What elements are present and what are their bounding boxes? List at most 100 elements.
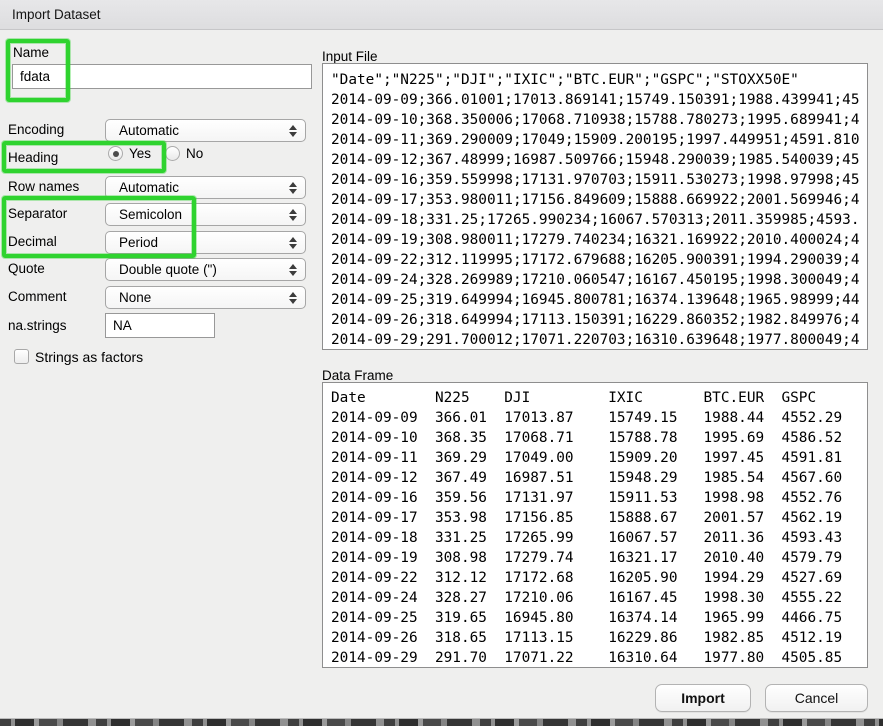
dropdown-arrows-icon — [289, 237, 297, 249]
csv-line: 2014-09-17;353.980011;17156.849609;15888… — [331, 190, 867, 210]
table-row: 2014-09-16 359.56 17131.97 15911.53 1998… — [331, 488, 867, 508]
table-row: 2014-09-09 366.01 17013.87 15749.15 1988… — [331, 408, 867, 428]
cell-dji: 17131.97 — [504, 488, 608, 508]
heading-no-radio[interactable] — [165, 146, 180, 161]
cell-dji: 17049.00 — [504, 448, 608, 468]
cell-btc-eur: 1998.30 — [704, 588, 782, 608]
column-header: GSPC — [781, 388, 816, 408]
separator-dropdown[interactable]: Semicolon — [105, 203, 306, 226]
cell-ixic: 15788.78 — [608, 428, 703, 448]
row-names-value: Automatic — [119, 180, 179, 195]
na-strings-input[interactable]: NA — [105, 313, 215, 338]
table-row: 2014-09-17 353.98 17156.85 15888.67 2001… — [331, 508, 867, 528]
heading-no-label: No — [186, 146, 203, 161]
csv-line: 2014-09-12;367.48999;16987.509766;15948.… — [331, 150, 867, 170]
cell-n225: 319.65 — [435, 608, 504, 628]
table-row: 2014-09-25 319.65 16945.80 16374.14 1965… — [331, 608, 867, 628]
cell-n225: 331.25 — [435, 528, 504, 548]
column-header: Date — [331, 388, 435, 408]
cell-btc-eur: 1998.98 — [704, 488, 782, 508]
cell-ixic: 16167.45 — [608, 588, 703, 608]
cell-dji: 16987.51 — [504, 468, 608, 488]
table-row: 2014-09-12 367.49 16987.51 15948.29 1985… — [331, 468, 867, 488]
data-frame-header-row: Date N225 DJI IXIC BTC.EUR GSPC — [331, 388, 867, 408]
cell-gspc: 4552.76 — [781, 488, 842, 508]
cell-dji: 17013.87 — [504, 408, 608, 428]
cell-dji: 17156.85 — [504, 508, 608, 528]
input-file-preview[interactable]: "Date";"N225";"DJI";"IXIC";"BTC.EUR";"GS… — [322, 63, 868, 350]
cell-gspc: 4552.29 — [781, 408, 842, 428]
csv-line: 2014-09-25;319.649994;16945.800781;16374… — [331, 290, 867, 310]
strings-as-factors-checkbox[interactable] — [14, 349, 29, 364]
data-frame-preview[interactable]: Date N225 DJI IXIC BTC.EUR GSPC 2014-09-… — [322, 382, 868, 668]
cell-btc-eur: 2001.57 — [704, 508, 782, 528]
heading-label: Heading — [8, 150, 58, 165]
decimal-value: Period — [119, 235, 158, 250]
table-row: 2014-09-18 331.25 17265.99 16067.57 2011… — [331, 528, 867, 548]
background-window-strip — [0, 718, 883, 726]
na-strings-label: na.strings — [8, 318, 67, 333]
cell-date: 2014-09-16 — [331, 488, 435, 508]
data-frame-label: Data Frame — [322, 368, 393, 383]
heading-yes-radio[interactable] — [108, 146, 123, 161]
row-names-label: Row names — [8, 179, 79, 194]
cell-ixic: 15888.67 — [608, 508, 703, 528]
heading-yes-label: Yes — [129, 146, 151, 161]
dialog-titlebar: Import Dataset — [0, 0, 883, 30]
cell-dji: 17210.06 — [504, 588, 608, 608]
cell-dji: 17265.99 — [504, 528, 608, 548]
column-header: BTC.EUR — [704, 388, 782, 408]
csv-line: 2014-09-16;359.559998;17131.970703;15911… — [331, 170, 867, 190]
cell-date: 2014-09-22 — [331, 568, 435, 588]
cell-gspc: 4579.79 — [781, 548, 842, 568]
table-row: 2014-09-29 291.70 17071.22 16310.64 1977… — [331, 648, 867, 668]
decimal-label: Decimal — [8, 234, 57, 249]
column-header: IXIC — [608, 388, 703, 408]
table-row: 2014-09-11 369.29 17049.00 15909.20 1997… — [331, 448, 867, 468]
cell-ixic: 16205.90 — [608, 568, 703, 588]
cell-gspc: 4567.60 — [781, 468, 842, 488]
quote-label: Quote — [8, 261, 45, 276]
column-header: N225 — [435, 388, 504, 408]
cell-n225: 359.56 — [435, 488, 504, 508]
dialog-title: Import Dataset — [12, 0, 101, 30]
encoding-dropdown[interactable]: Automatic — [105, 119, 306, 142]
data-frame-body: 2014-09-09 366.01 17013.87 15749.15 1988… — [331, 408, 867, 668]
csv-line: 2014-09-09;366.01001;17013.869141;15749.… — [331, 90, 867, 110]
dropdown-arrows-icon — [289, 292, 297, 304]
cell-btc-eur: 1965.99 — [704, 608, 782, 628]
cell-date: 2014-09-19 — [331, 548, 435, 568]
cell-gspc: 4591.81 — [781, 448, 842, 468]
cell-btc-eur: 1977.80 — [704, 648, 782, 668]
cell-ixic: 16229.86 — [608, 628, 703, 648]
csv-line: 2014-09-22;312.119995;17172.679688;16205… — [331, 250, 867, 270]
cell-ixic: 15948.29 — [608, 468, 703, 488]
cell-btc-eur: 1982.85 — [704, 628, 782, 648]
cell-date: 2014-09-26 — [331, 628, 435, 648]
cell-n225: 291.70 — [435, 648, 504, 668]
row-names-dropdown[interactable]: Automatic — [105, 176, 306, 199]
import-button[interactable]: Import — [655, 684, 751, 712]
table-row: 2014-09-19 308.98 17279.74 16321.17 2010… — [331, 548, 867, 568]
cell-n225: 366.01 — [435, 408, 504, 428]
quote-dropdown[interactable]: Double quote (") — [105, 258, 306, 281]
comment-value: None — [119, 290, 151, 305]
cell-ixic: 15911.53 — [608, 488, 703, 508]
cell-date: 2014-09-24 — [331, 588, 435, 608]
cell-date: 2014-09-29 — [331, 648, 435, 668]
csv-line: 2014-09-24;328.269989;17210.060547;16167… — [331, 270, 867, 290]
dropdown-arrows-icon — [289, 125, 297, 137]
decimal-dropdown[interactable]: Period — [105, 231, 306, 254]
csv-line: 2014-09-11;369.290009;17049;15909.200195… — [331, 130, 867, 150]
cell-dji: 17071.22 — [504, 648, 608, 668]
cell-n225: 308.98 — [435, 548, 504, 568]
cell-dji: 17068.71 — [504, 428, 608, 448]
comment-dropdown[interactable]: None — [105, 286, 306, 309]
cancel-button[interactable]: Cancel — [765, 684, 868, 712]
name-input[interactable]: fdata — [12, 64, 312, 89]
cell-date: 2014-09-09 — [331, 408, 435, 428]
cell-btc-eur: 1995.69 — [704, 428, 782, 448]
table-row: 2014-09-22 312.12 17172.68 16205.90 1994… — [331, 568, 867, 588]
name-label: Name — [13, 45, 49, 60]
table-row: 2014-09-26 318.65 17113.15 16229.86 1982… — [331, 628, 867, 648]
